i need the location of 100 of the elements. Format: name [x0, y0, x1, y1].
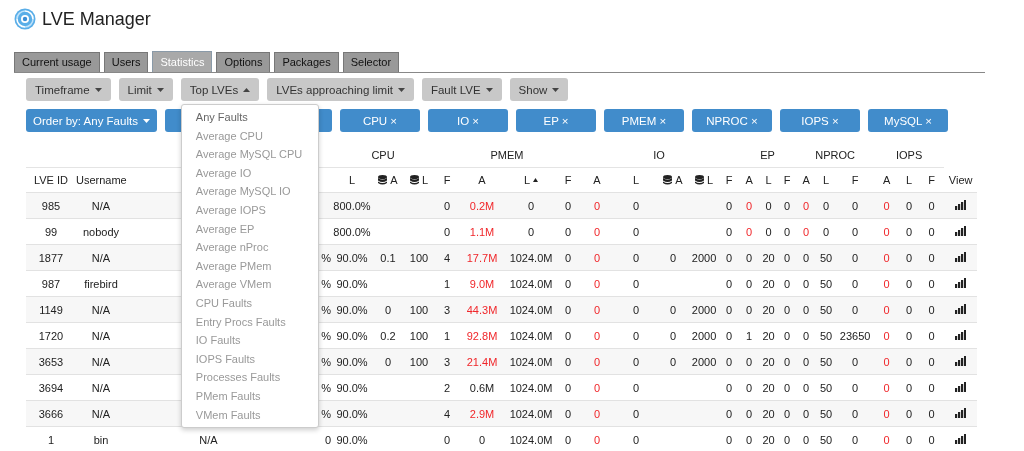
filter-chip[interactable]: NPROC × [692, 109, 772, 132]
table-cell: 50 [820, 381, 833, 394]
bar-chart-icon[interactable] [955, 381, 967, 392]
caret-icon [243, 87, 251, 92]
dropdown-button[interactable]: Fault LVE [421, 78, 502, 101]
menu-item[interactable]: IO Faults [181, 331, 318, 350]
bar-chart-icon[interactable] [955, 199, 967, 210]
table-cell: 1024.0M [509, 251, 553, 264]
table-cell: 2000 [691, 303, 717, 316]
table-cell: 0 [883, 407, 890, 420]
filter-chip[interactable]: EP × [516, 109, 596, 132]
table-cell: 0 [564, 251, 572, 264]
table-cell: 985 [41, 199, 61, 212]
table-cell: 50 [820, 303, 833, 316]
table-cell: 50 [820, 355, 833, 368]
table-cell: 0 [784, 199, 791, 212]
bar-chart-icon[interactable] [955, 433, 967, 444]
table-cell: 0.6M [469, 381, 495, 394]
dropdown-button[interactable]: Limit [118, 78, 173, 101]
bar-chart-icon[interactable] [955, 303, 967, 314]
filter-chip[interactable]: IOPS × [780, 109, 860, 132]
tab[interactable]: Users [103, 52, 149, 72]
table-cell: 0 [726, 225, 733, 238]
app-title: LVE Manager [42, 8, 151, 30]
table-cell: 0 [803, 303, 810, 316]
table-cell: 0 [726, 329, 733, 342]
caret-icon [94, 87, 102, 92]
table-cell: 0 [746, 303, 753, 316]
bar-chart-icon[interactable] [955, 277, 967, 288]
sort-ascending-icon [533, 178, 539, 182]
menu-item[interactable]: VMem Faults [181, 405, 318, 425]
table-cell: 0 [632, 303, 640, 316]
table-cell: 0 [632, 355, 640, 368]
menu-item[interactable]: IOPS Faults [181, 349, 318, 369]
table-cell: 100 [409, 355, 429, 368]
tab[interactable]: Statistics [152, 51, 213, 72]
menu-item[interactable]: Average nProc [181, 238, 318, 257]
group-header: PMEM [490, 148, 524, 161]
bar-chart-icon[interactable] [955, 251, 967, 262]
group-header: IO [653, 148, 665, 161]
table-cell: 90.0% [336, 407, 368, 420]
group-header: NPROC [815, 148, 855, 161]
menu-item[interactable]: Entry Procs Faults [181, 312, 318, 332]
table-cell: 0 [852, 225, 859, 238]
column-header: A [593, 174, 601, 186]
column-header: L [523, 174, 531, 186]
bar-chart-icon[interactable] [955, 225, 967, 236]
filter-chip[interactable]: IO × [428, 109, 508, 132]
bar-chart-icon[interactable] [955, 355, 967, 366]
menu-item[interactable]: Average IOPS [181, 200, 318, 220]
table-cell: 0 [746, 277, 753, 290]
dropdown-button[interactable]: Show [509, 78, 569, 101]
table-cell: 90.0% [336, 355, 368, 368]
table-cell: 9.0M [469, 277, 495, 290]
bar-chart-icon[interactable] [955, 329, 967, 340]
table-cell: 100 [409, 303, 429, 316]
filter-chip[interactable]: PMEM × [604, 109, 684, 132]
table-cell: 0 [746, 199, 753, 212]
table-cell: 50 [820, 251, 833, 264]
column-header: LVE ID [34, 174, 68, 186]
table-cell: 0 [632, 381, 640, 394]
tab[interactable]: Options [216, 52, 271, 72]
filter-chip[interactable]: MySQL × [868, 109, 948, 132]
column-header: Username [76, 174, 127, 186]
table-cell: 0 [852, 407, 859, 420]
menu-item[interactable]: PMem Faults [181, 386, 318, 406]
table-cell: 90.0% [336, 329, 368, 342]
tab[interactable]: Selector [342, 52, 400, 72]
table-cell: 0 [632, 433, 640, 446]
order-by-button[interactable]: Order by: Any Faults [26, 109, 157, 132]
table-cell: 0 [593, 329, 601, 342]
table-cell: 0 [784, 381, 791, 394]
table-cell: 100 [409, 329, 429, 342]
menu-item[interactable]: Processes Faults [181, 368, 318, 387]
table-cell: firebird [84, 277, 118, 290]
table-cell: 2000 [691, 329, 717, 342]
menu-item[interactable]: Average CPU [181, 126, 318, 146]
menu-item[interactable]: Average MySQL IO [181, 182, 318, 201]
menu-item[interactable]: Average VMem [181, 275, 318, 294]
menu-item[interactable]: Average PMem [181, 256, 318, 276]
menu-item[interactable]: CPU Faults [181, 293, 318, 313]
bar-chart-icon[interactable] [955, 407, 967, 418]
menu-item[interactable]: Any Faults [181, 108, 318, 127]
menu-item[interactable]: Average IO [181, 163, 318, 183]
dropdown-button[interactable]: Timeframe [26, 78, 111, 101]
table-cell: 987 [41, 277, 61, 290]
filter-chip[interactable]: CPU × [340, 109, 420, 132]
dropdown-button[interactable]: Top LVEs [180, 78, 260, 101]
dropdown-button[interactable]: LVEs approaching limit [267, 78, 414, 101]
table-cell: 0.2M [469, 199, 495, 212]
table-cell: % [321, 407, 331, 420]
menu-item[interactable]: Average MySQL CPU [181, 145, 318, 164]
table-cell: 0 [928, 407, 935, 420]
table-cell: 90.0% [336, 251, 368, 264]
table-cell: 0 [784, 277, 791, 290]
tab[interactable]: Current usage [14, 52, 100, 72]
table-cell: 0 [883, 303, 890, 316]
tab[interactable]: Packages [274, 52, 339, 72]
table-cell: 0 [823, 199, 830, 212]
menu-item[interactable]: Average EP [181, 219, 318, 239]
